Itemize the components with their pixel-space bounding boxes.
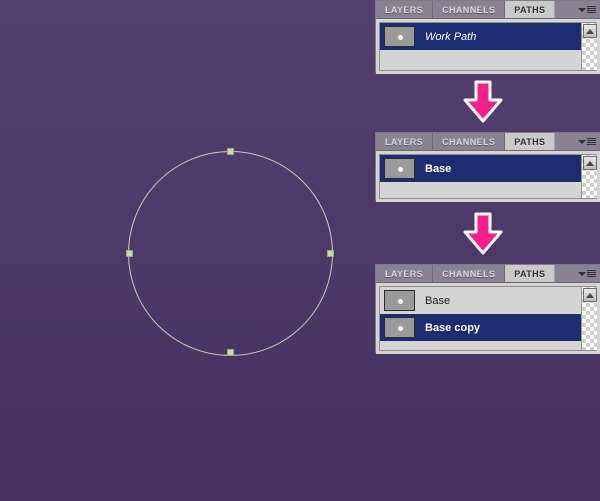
vertical-scrollbar[interactable] — [581, 23, 597, 70]
path-dot-icon — [397, 166, 403, 172]
path-anchor-left[interactable] — [126, 250, 133, 257]
tab-layers[interactable]: LAYERS — [376, 1, 434, 18]
panel-tabbar[interactable]: LAYERS CHANNELS PATHS — [376, 133, 600, 151]
triangle-up-icon — [585, 292, 594, 298]
panel-tabbar[interactable]: LAYERS CHANNELS PATHS — [376, 265, 600, 283]
circle-path[interactable] — [128, 151, 333, 356]
panel-menu-icon[interactable] — [578, 136, 596, 147]
paths-panel-1[interactable]: LAYERS CHANNELS PATHS Work Path — [375, 0, 600, 74]
panel-menu-icon[interactable] — [578, 268, 596, 279]
paths-list[interactable]: Base Base copy — [379, 286, 597, 351]
paths-panel-3[interactable]: LAYERS CHANNELS PATHS Base Base copy — [375, 264, 600, 354]
path-dot-icon — [397, 325, 403, 331]
scroll-up-button[interactable] — [582, 288, 597, 302]
panel-body: Base — [376, 151, 600, 202]
vertical-scrollbar[interactable] — [581, 155, 597, 198]
path-thumbnail[interactable] — [384, 317, 415, 338]
chevron-down-icon — [578, 139, 586, 144]
paths-list[interactable]: Work Path — [379, 22, 597, 71]
panel-tabbar[interactable]: LAYERS CHANNELS PATHS — [376, 1, 600, 19]
path-row-label: Base — [425, 294, 451, 307]
paths-list[interactable]: Base — [379, 154, 597, 199]
scroll-up-button[interactable] — [582, 156, 597, 170]
hamburger-icon — [587, 138, 596, 145]
path-row[interactable]: Base — [380, 155, 597, 182]
tab-paths[interactable]: PATHS — [505, 133, 556, 150]
path-row[interactable]: Base copy — [380, 314, 597, 341]
hamburger-icon — [587, 270, 596, 277]
path-row[interactable]: Work Path — [380, 23, 597, 50]
path-anchor-top[interactable] — [227, 148, 234, 155]
tab-channels[interactable]: CHANNELS — [433, 1, 506, 18]
path-dot-icon — [397, 298, 403, 304]
down-arrow-icon — [463, 80, 503, 123]
path-thumbnail[interactable] — [384, 158, 415, 179]
tab-channels[interactable]: CHANNELS — [433, 133, 506, 150]
chevron-down-icon — [578, 7, 586, 12]
tab-layers[interactable]: LAYERS — [376, 265, 434, 282]
path-row-label: Work Path — [425, 30, 477, 43]
document-canvas[interactable] — [0, 0, 600, 501]
scroll-up-button[interactable] — [582, 24, 597, 38]
panel-body: Base Base copy — [376, 283, 600, 354]
tab-layers[interactable]: LAYERS — [376, 133, 434, 150]
tab-paths[interactable]: PATHS — [505, 265, 556, 282]
screenshot-root: LAYERS CHANNELS PATHS Work Path LAYERS C… — [0, 0, 600, 501]
hamburger-icon — [587, 6, 596, 13]
tab-paths[interactable]: PATHS — [505, 1, 556, 18]
triangle-up-icon — [585, 160, 594, 166]
path-anchor-right[interactable] — [327, 250, 334, 257]
panel-menu-icon[interactable] — [578, 4, 596, 15]
path-anchor-bottom[interactable] — [227, 349, 234, 356]
flow-arrow-2 — [460, 212, 506, 256]
tab-channels[interactable]: CHANNELS — [433, 265, 506, 282]
path-row-label: Base copy — [425, 321, 481, 334]
triangle-up-icon — [585, 28, 594, 34]
flow-arrow-1 — [460, 80, 506, 124]
path-dot-icon — [397, 34, 403, 40]
paths-panel-2[interactable]: LAYERS CHANNELS PATHS Base — [375, 132, 600, 202]
down-arrow-icon — [463, 212, 503, 255]
vertical-scrollbar[interactable] — [581, 287, 597, 350]
path-thumbnail[interactable] — [384, 26, 415, 47]
path-row-label: Base — [425, 162, 452, 175]
panel-body: Work Path — [376, 19, 600, 74]
path-thumbnail[interactable] — [384, 290, 415, 311]
chevron-down-icon — [578, 271, 586, 276]
path-row[interactable]: Base — [380, 287, 597, 314]
